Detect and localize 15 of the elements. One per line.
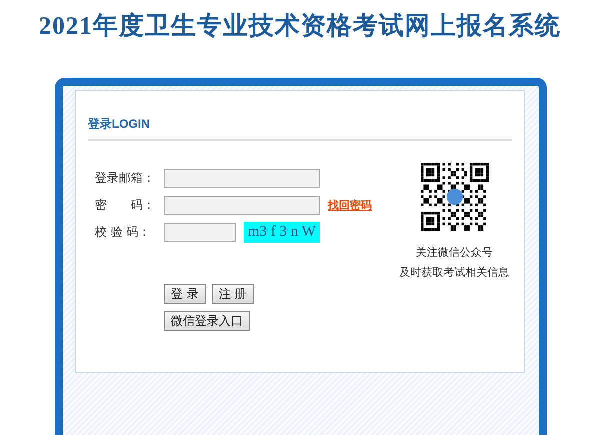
captcha-image[interactable]: m3 f 3 n W [244,222,320,243]
login-button[interactable]: 登 录 [164,284,206,304]
register-button[interactable]: 注 册 [212,284,254,304]
email-field[interactable] [164,169,320,188]
password-field[interactable] [164,196,320,215]
qr-code-icon [420,163,489,231]
captcha-field[interactable] [164,223,236,242]
field-label: 密 码： [95,197,156,214]
field-label: 登录邮箱： [95,170,156,187]
page-title: 2021年度卫生专业技术资格考试网上报名系统 [38,11,562,42]
wechat-login-button[interactable]: 微信登录入口 [164,311,250,331]
qr-caption: 及时获取考试相关信息 [400,265,510,281]
qr-caption: 关注微信公众号 [416,245,494,261]
login-heading: 登录LOGIN [88,116,512,141]
field-label: 校 验 码： [95,224,152,241]
